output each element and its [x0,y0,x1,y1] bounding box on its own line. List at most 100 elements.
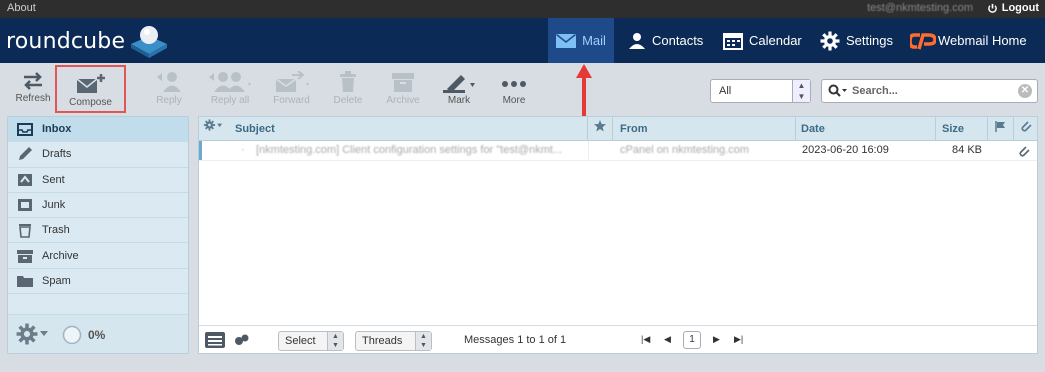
nav-settings[interactable]: Settings [820,18,893,63]
select-arrows-icon: ▲ ▼ [792,80,810,102]
nav-calendar[interactable]: Calendar [723,18,802,63]
column-subject[interactable]: Subject [235,117,588,141]
nav-calendar-label: Calendar [749,33,802,48]
quota-indicator: 0% [62,325,105,345]
threads-icon [235,334,249,345]
folder-options-button[interactable] [16,323,48,345]
refresh-button[interactable]: Refresh [7,69,59,113]
annotation-arrow-icon [576,64,592,116]
top-bar: About test@nkmtesting.com Logout [0,0,1045,18]
select-arrows-icon: ▲ ▼ [415,332,431,350]
nav-webmail-label: Webmail Home [938,33,1027,48]
message-list-header: Subject From Date Size [199,117,1037,141]
folder-label: Inbox [42,123,72,136]
quota-value: 0% [88,328,106,342]
logout-button[interactable]: Logout [987,2,1039,14]
folder-archive[interactable]: Archive [8,243,188,269]
folder-label: Drafts [42,148,72,161]
nav-contacts[interactable]: Contacts [628,18,703,63]
threads-dropdown[interactable]: Threads ▲ ▼ [355,331,432,351]
trash-icon [340,71,356,92]
select-arrows-icon: ▲ ▼ [327,332,343,350]
search-icon[interactable] [828,84,848,101]
compose-button[interactable]: Compose [55,65,126,113]
folder-label: Trash [42,224,70,237]
folder-spam[interactable]: Spam [8,269,188,295]
calendar-icon [723,32,743,50]
message-subject[interactable]: [nkmtesting.com] Client configuration se… [256,141,586,160]
column-attachment[interactable] [1014,117,1037,141]
folder-inbox[interactable]: Inbox [8,117,188,143]
junk-icon [16,198,34,212]
nav-webmail-home[interactable]: Webmail Home [910,18,1027,63]
folder-junk[interactable]: Junk [8,193,188,219]
gear-icon [16,323,38,345]
mark-pen-icon [443,75,475,93]
last-page-icon[interactable]: ▶| [734,334,743,345]
list-options-button[interactable] [199,117,227,141]
message-list-footer: Select ▲ ▼ Threads ▲ ▼ Messages 1 to 1 of … [199,325,1037,353]
pencil-icon [16,147,34,161]
list-mode-button[interactable] [205,332,225,351]
reply-icon [157,72,181,92]
column-from[interactable]: From [613,117,796,141]
refresh-icon [24,72,42,90]
select-label: Select [285,335,316,347]
refresh-label: Refresh [15,93,51,104]
filter-select[interactable]: All ▲ ▼ [710,79,811,103]
archive-button[interactable]: Archive [377,69,429,113]
previous-page-icon[interactable]: ◀ [664,334,671,345]
power-icon [987,3,997,13]
archive-label: Archive [386,95,420,106]
first-page-icon[interactable]: |◀ [641,334,650,345]
nav-mail[interactable]: Mail [548,18,614,63]
page-number-input[interactable]: 1 [683,331,701,349]
folder-footer: 0% [8,314,188,353]
inbox-icon [16,122,34,136]
next-page-icon[interactable]: ▶ [713,334,720,345]
mark-label: Mark [447,95,471,106]
status-dot-icon: · [241,144,245,156]
delete-label: Delete [333,95,363,106]
logo-box-icon [127,24,171,58]
about-link[interactable]: About [7,2,36,14]
more-button[interactable]: More [488,69,540,113]
reply-label: Reply [156,95,182,106]
column-flag-star[interactable] [588,117,613,141]
message-date: 2023-06-20 16:09 [802,144,889,156]
mail-icon [556,33,577,48]
sent-icon [16,173,34,187]
roundcube-logo[interactable]: roundcube [6,24,171,58]
nav-settings-label: Settings [846,33,893,48]
column-size[interactable]: Size [936,117,988,141]
nav-contacts-label: Contacts [652,33,704,48]
search-input[interactable]: Search... ✕ [821,79,1038,103]
filter-value: All [719,85,732,97]
reply-all-button[interactable]: Reply all [200,69,260,113]
folder-drafts[interactable]: Drafts [8,142,188,168]
chevron-down-icon [40,331,48,336]
column-date[interactable]: Date [796,117,936,141]
folder-label: Archive [42,249,79,262]
forward-label: Forward [273,95,310,106]
folder-list: Inbox Drafts Sent Junk Trash Archive Spa… [7,116,189,354]
clear-search-icon[interactable]: ✕ [1018,84,1032,98]
threads-toggle-button[interactable] [234,334,250,349]
folder-trash[interactable]: Trash [8,218,188,244]
folder-label: Junk [42,199,66,212]
delete-button[interactable]: Delete [322,69,374,113]
quota-pie-icon [62,325,82,345]
star-icon [594,120,606,132]
message-size: 84 KB [952,144,982,156]
forward-button[interactable]: Forward [264,69,319,113]
archive-icon [16,249,34,263]
mark-button[interactable]: Mark [433,69,485,113]
table-row[interactable]: · [nkmtesting.com] Client configuration … [199,141,1037,161]
select-dropdown[interactable]: Select ▲ ▼ [278,331,344,351]
column-flag[interactable] [988,117,1014,141]
reply-button[interactable]: Reply [143,69,195,113]
gear-icon [203,119,223,131]
folder-sent[interactable]: Sent [8,168,188,193]
gear-icon [820,31,840,50]
reply-all-label: Reply all [210,95,250,106]
